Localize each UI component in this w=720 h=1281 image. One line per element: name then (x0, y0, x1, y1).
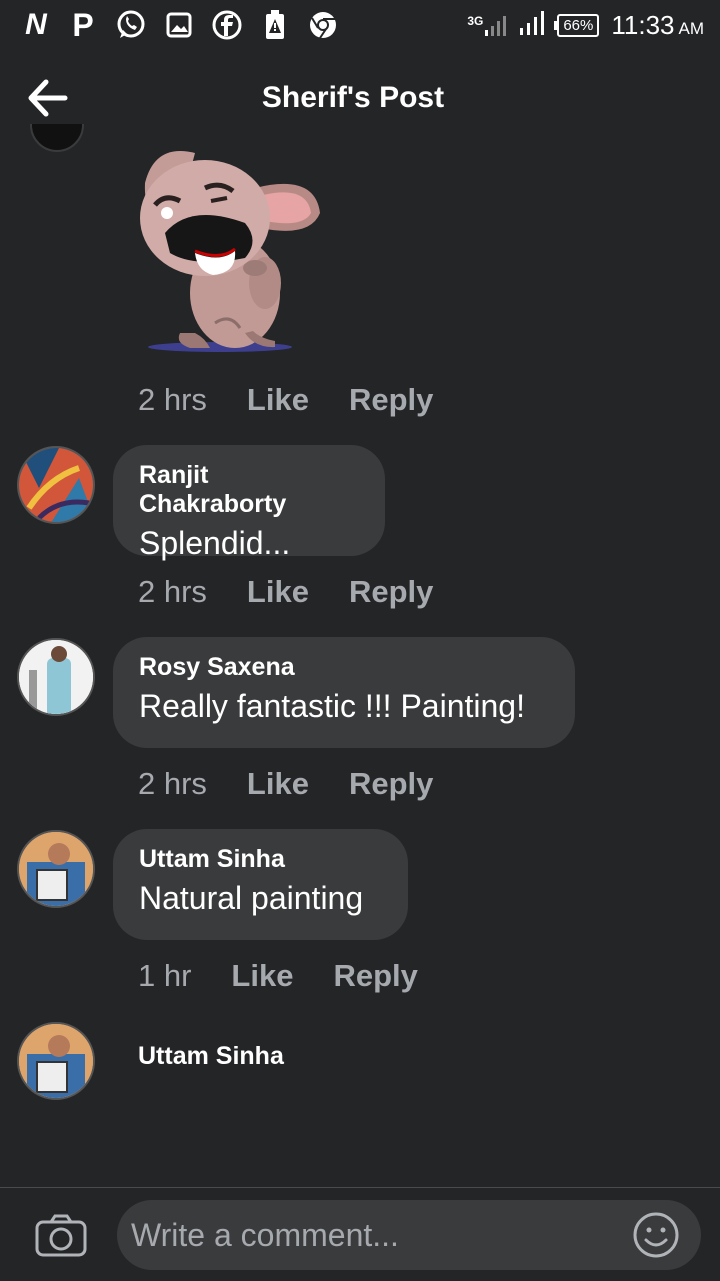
like-button[interactable]: Like (247, 382, 309, 418)
gallery-icon (162, 8, 196, 42)
comment-composer (0, 1187, 720, 1281)
commenter-name[interactable]: Rosy Saxena (139, 653, 549, 682)
notification-icons: N P (18, 6, 340, 43)
comment-time: 2 hrs (138, 382, 207, 417)
comment-text: Really fantastic !!! Painting! (139, 688, 525, 724)
sticker-image[interactable] (135, 143, 330, 355)
reply-button[interactable]: Reply (349, 382, 433, 418)
comment-actions: 2 hrs Like Reply (138, 766, 433, 802)
battery-icon: 66% (554, 13, 600, 37)
clock: 11:33 AM (611, 10, 704, 41)
comment-actions: 1 hr Like Reply (138, 958, 418, 994)
clock-time: 11:33 (611, 9, 675, 40)
comment-input[interactable] (117, 1200, 701, 1270)
signal-icon (519, 10, 545, 40)
pinterest-icon: P (72, 6, 94, 43)
battery-alert-icon (258, 8, 292, 42)
camera-icon[interactable] (34, 1212, 90, 1258)
comment-time: 2 hrs (138, 766, 207, 801)
app-bar: Sherif's Post (0, 50, 720, 145)
reply-button[interactable]: Reply (349, 574, 433, 610)
like-button[interactable]: Like (231, 958, 293, 994)
avatar[interactable] (17, 1022, 95, 1100)
reply-button[interactable]: Reply (349, 766, 433, 802)
commenter-name[interactable]: Uttam Sinha (139, 845, 382, 874)
emoji-icon[interactable] (631, 1210, 681, 1260)
comment-text: Splendid... (139, 525, 291, 561)
avatar[interactable] (30, 124, 84, 152)
status-bar: N P 3G 66% 11:33 AM (0, 0, 720, 50)
comment-time: 1 hr (138, 958, 192, 993)
netflix-icon: N (25, 8, 47, 41)
avatar[interactable] (17, 446, 95, 524)
reply-button[interactable]: Reply (333, 958, 417, 994)
commenter-name[interactable]: Uttam Sinha (138, 1042, 284, 1071)
mobile-data-icon: 3G (467, 14, 507, 36)
like-button[interactable]: Like (247, 766, 309, 802)
comment-text: Natural painting (139, 880, 364, 916)
comment-actions: 2 hrs Like Reply (138, 574, 433, 610)
facebook-icon (210, 8, 244, 42)
comment-bubble[interactable]: Rosy Saxena Really fantastic !!! Paintin… (113, 637, 575, 748)
comment-time: 2 hrs (138, 574, 207, 609)
whatsapp-icon (114, 8, 148, 42)
page-title: Sherif's Post (261, 80, 445, 114)
system-indicators: 3G 66% 11:33 AM (467, 10, 704, 41)
network-type-label: 3G (467, 14, 484, 28)
chrome-icon (306, 8, 340, 42)
avatar[interactable] (17, 638, 95, 716)
avatar[interactable] (17, 830, 95, 908)
commenter-name[interactable]: Ranjit Chakraborty (139, 461, 359, 519)
like-button[interactable]: Like (247, 574, 309, 610)
clock-ampm: AM (678, 18, 705, 38)
back-arrow-icon[interactable] (26, 76, 70, 120)
comment-actions: 2 hrs Like Reply (138, 382, 433, 418)
comment-bubble[interactable]: Ranjit Chakraborty Splendid... (113, 445, 385, 561)
comment-bubble[interactable]: Uttam Sinha Natural painting (113, 829, 408, 940)
